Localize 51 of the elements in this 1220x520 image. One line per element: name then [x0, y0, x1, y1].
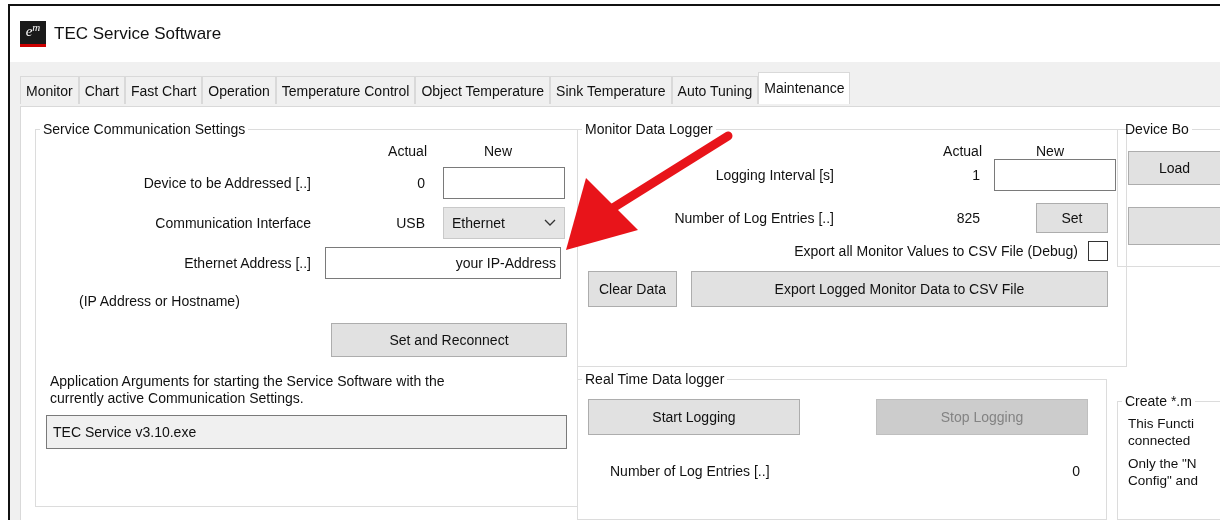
app-logo: e$^{m}$: [20, 21, 46, 47]
column-header: New: [483, 143, 513, 159]
tab[interactable]: Operation: [202, 76, 276, 104]
actual-value: 1: [971, 167, 981, 183]
set-button[interactable]: Set: [1036, 203, 1108, 233]
set-and-reconnect-button[interactable]: Set and Reconnect: [331, 323, 567, 357]
tab[interactable]: Sink Temperature: [550, 76, 672, 104]
action-button[interactable]: Export Logged Monitor Data to CSV File: [690, 271, 1108, 307]
tab[interactable]: Maintenance: [758, 72, 851, 104]
column-header: New: [1035, 143, 1065, 159]
field-label: Communication Interface: [154, 215, 311, 231]
actual-value: 825: [955, 210, 981, 226]
info-text: This Functi: [1128, 415, 1196, 433]
tab[interactable]: Temperature Control: [275, 76, 416, 104]
tab[interactable]: Monitor: [20, 76, 79, 104]
action-button[interactable]: Clear Data: [588, 271, 677, 307]
field-label: Ethernet Address [..]: [183, 255, 311, 271]
group-title: Device Bo: [1124, 121, 1190, 137]
chevron-down-icon: [544, 219, 556, 227]
field-label: Logging Interval [s]: [714, 167, 834, 183]
field-label: Number of Log Entries [..]: [673, 210, 834, 226]
interface-dropdown[interactable]: Ethernet: [443, 207, 565, 239]
actual-value: USB: [395, 215, 426, 231]
entry-count: 0: [1072, 463, 1080, 480]
checkbox[interactable]: [1088, 241, 1108, 261]
field-label: Device to be Addressed [..]: [142, 175, 311, 191]
description-text: Application Arguments for starting the Service Software with the currently active Communication Settings.: [50, 373, 446, 407]
column-header: Actual: [942, 143, 983, 159]
column-header: Actual: [387, 143, 428, 159]
window-title: TEC Service Software: [54, 24, 222, 44]
checkbox-label: Export all Monitor Values to CSV File (Debug): [794, 243, 1078, 259]
actual-value: 0: [416, 175, 426, 191]
tab[interactable]: Chart: [78, 76, 125, 104]
load-button[interactable]: Load: [1128, 151, 1220, 185]
tab[interactable]: Object Temperature: [415, 76, 551, 104]
tab[interactable]: Auto Tuning: [671, 76, 759, 104]
input-field[interactable]: [994, 159, 1116, 191]
group-title: Real Time Data logger: [584, 371, 726, 388]
group-title: Service Communication Settings: [42, 121, 247, 137]
field-label: Number of Log Entries [..]: [610, 463, 770, 480]
input-field[interactable]: [443, 167, 565, 199]
group-title: Create *.m: [1124, 393, 1193, 410]
arguments-field[interactable]: TEC Service v3.10.exe: [46, 415, 567, 449]
group-title: Monitor Data Logger: [584, 121, 714, 137]
hint-text: (IP Address or Hostname): [79, 293, 241, 309]
address-field[interactable]: your IP-Address: [325, 247, 561, 279]
logging-button[interactable]: Start Logging: [588, 399, 800, 436]
tab[interactable]: Fast Chart: [124, 76, 203, 104]
info-text: Only the "N: [1128, 455, 1198, 473]
info-text: connected: [1128, 432, 1192, 450]
info-text: Config" and: [1128, 472, 1200, 490]
